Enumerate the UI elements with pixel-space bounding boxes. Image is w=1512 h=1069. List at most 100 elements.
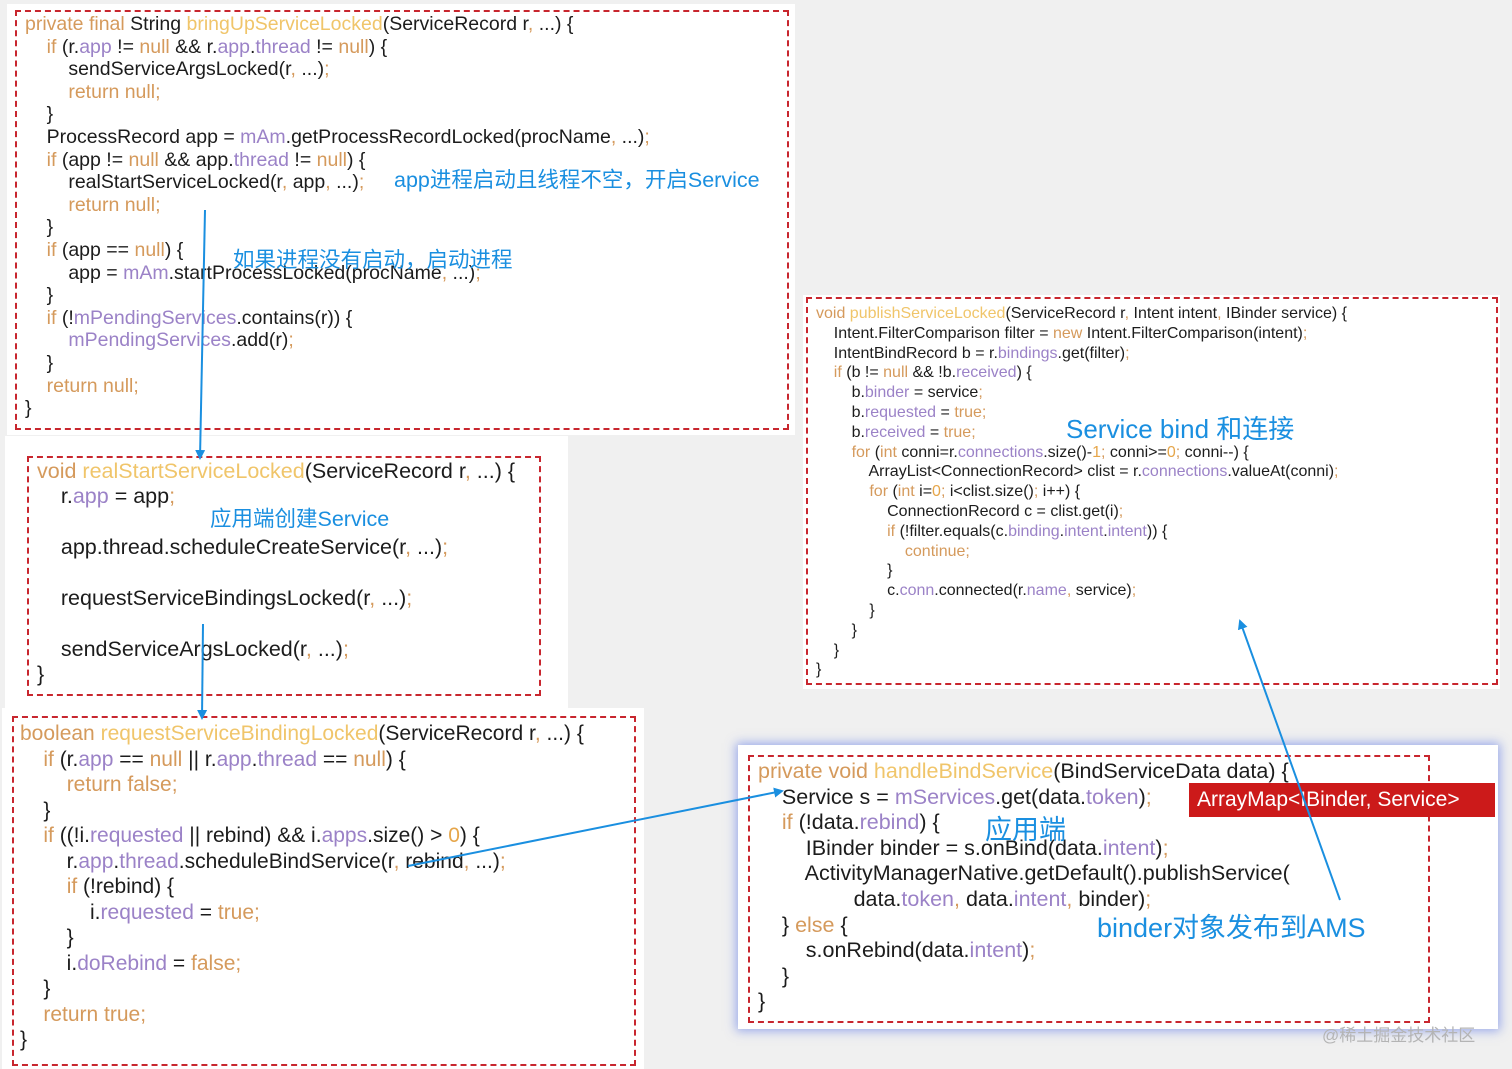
code-token: 0 [932, 483, 941, 501]
code-token: r. [20, 849, 79, 873]
annotation-publish-ams: binder对象发布到AMS [1097, 913, 1366, 943]
code-token: ; [1029, 938, 1036, 963]
code-token: } [25, 284, 54, 307]
code-token: requested [90, 824, 184, 847]
code-token: intent [1013, 886, 1067, 911]
code-token: i= [919, 483, 933, 501]
code-token: ...) [311, 636, 343, 661]
code-token: return null [46, 374, 134, 397]
code-token: thread [255, 35, 311, 58]
code-token: Intent.FilterComparison(intent) [1086, 324, 1303, 342]
code-token: .size() > [367, 824, 449, 847]
code-token: ; [133, 374, 139, 397]
code-line: ProcessRecord app = mAm.getProcessRecord… [25, 126, 650, 149]
code-line: } [20, 798, 584, 824]
code-token: app [78, 747, 114, 771]
code-token: token [901, 886, 955, 911]
code-line: } [20, 925, 584, 951]
code-token: ProcessRecord app = [25, 125, 241, 148]
code-token: = [936, 403, 955, 421]
code-token: ) { [164, 238, 184, 261]
code-token: != [310, 35, 339, 58]
code-token: app [78, 849, 114, 873]
code-token: Intent.FilterComparison filter = [816, 324, 1053, 342]
code-panel-realstart: void realStartServiceLocked(ServiceRecor… [5, 436, 568, 708]
code-token: ; [254, 900, 260, 924]
code-token: int [897, 483, 920, 501]
code-line: if ((!i.requested || rebind) && i.apps.s… [20, 823, 584, 849]
code-token: i. [20, 900, 101, 924]
code-token: else [795, 912, 841, 937]
code-token: i<clist.size() [945, 483, 1034, 501]
code-line: if (!filter.equals(c.binding.intent.inte… [816, 522, 1347, 542]
code-token: } [25, 397, 32, 420]
code-token: true [217, 900, 255, 924]
code-line: } [25, 103, 650, 126]
code-token: null [134, 238, 165, 261]
code-token: (BindServiceData data) { [1053, 759, 1289, 783]
code-token: .get(filter) [1057, 344, 1126, 362]
code-token: new [1052, 324, 1087, 342]
code-token: ; [1302, 324, 1308, 342]
code-token: ; [406, 586, 413, 611]
code-token: Intent intent [1129, 305, 1218, 322]
annotation-service-bind: Service bind 和连接 [1066, 414, 1295, 444]
code-line: private void handleBindService(BindServi… [758, 759, 1290, 785]
code-token: app = [25, 261, 124, 284]
code-token: } [20, 798, 51, 822]
code-token: && !b. [908, 364, 957, 382]
code-line: Intent.FilterComparison filter = new Int… [816, 324, 1347, 344]
code-token: .scheduleBindService(r [178, 849, 394, 873]
code-line: } [20, 976, 584, 1002]
code-token: (ServiceRecord r [1005, 305, 1125, 322]
code-token: sendServiceArgsLocked(r [37, 636, 306, 661]
code-token: b. [816, 384, 865, 402]
code-token: || r. [182, 747, 217, 771]
code-token: ) { [368, 35, 388, 58]
code-block-realstart: void realStartServiceLocked(ServiceRecor… [37, 459, 515, 688]
code-line: } [816, 641, 1347, 661]
code-line: return null; [25, 194, 650, 217]
code-token: ) { [385, 747, 406, 771]
code-token: ; [140, 1002, 147, 1026]
code-token: ; [1145, 784, 1152, 809]
code-token: ; [169, 484, 176, 509]
code-token: null [139, 35, 170, 58]
code-token: void [37, 459, 83, 483]
code-token: binder [864, 384, 910, 402]
code-token: app [72, 484, 109, 509]
code-token: null [338, 35, 369, 58]
code-token: return true [43, 1002, 141, 1026]
code-line: } [758, 964, 1290, 990]
code-token: apps [321, 824, 368, 847]
code-line: ConnectionRecord c = clist.get(i); [816, 502, 1347, 522]
code-token: intent [969, 938, 1023, 963]
code-token: boolean [20, 722, 101, 745]
code-token: if [43, 747, 60, 771]
code-line: ArrayList<ConnectionRecord> clist = r.co… [816, 462, 1347, 482]
code-token: = [167, 951, 192, 975]
code-token: b. [816, 403, 865, 421]
code-token: ; [342, 636, 349, 661]
code-block-requestbinding: boolean requestServiceBindingLocked(Serv… [20, 721, 584, 1053]
code-token: handleBindService [873, 759, 1054, 783]
code-token: connections [1141, 463, 1228, 481]
code-token: == [317, 747, 354, 771]
code-line: app.thread.scheduleCreateService(r, ...)… [37, 535, 515, 560]
code-token: conn [899, 582, 935, 600]
code-token: app [217, 35, 250, 58]
annotation-create-service: 应用端创建Service [210, 507, 390, 531]
code-token: name [1026, 582, 1067, 600]
code-line: mPendingServices.add(r); [25, 329, 650, 352]
code-token: 0 [448, 824, 460, 847]
code-token: } [816, 641, 840, 659]
code-token: ...) [375, 586, 407, 611]
code-token: = [925, 423, 944, 441]
code-token: app.thread.scheduleCreateService(r [37, 535, 406, 560]
